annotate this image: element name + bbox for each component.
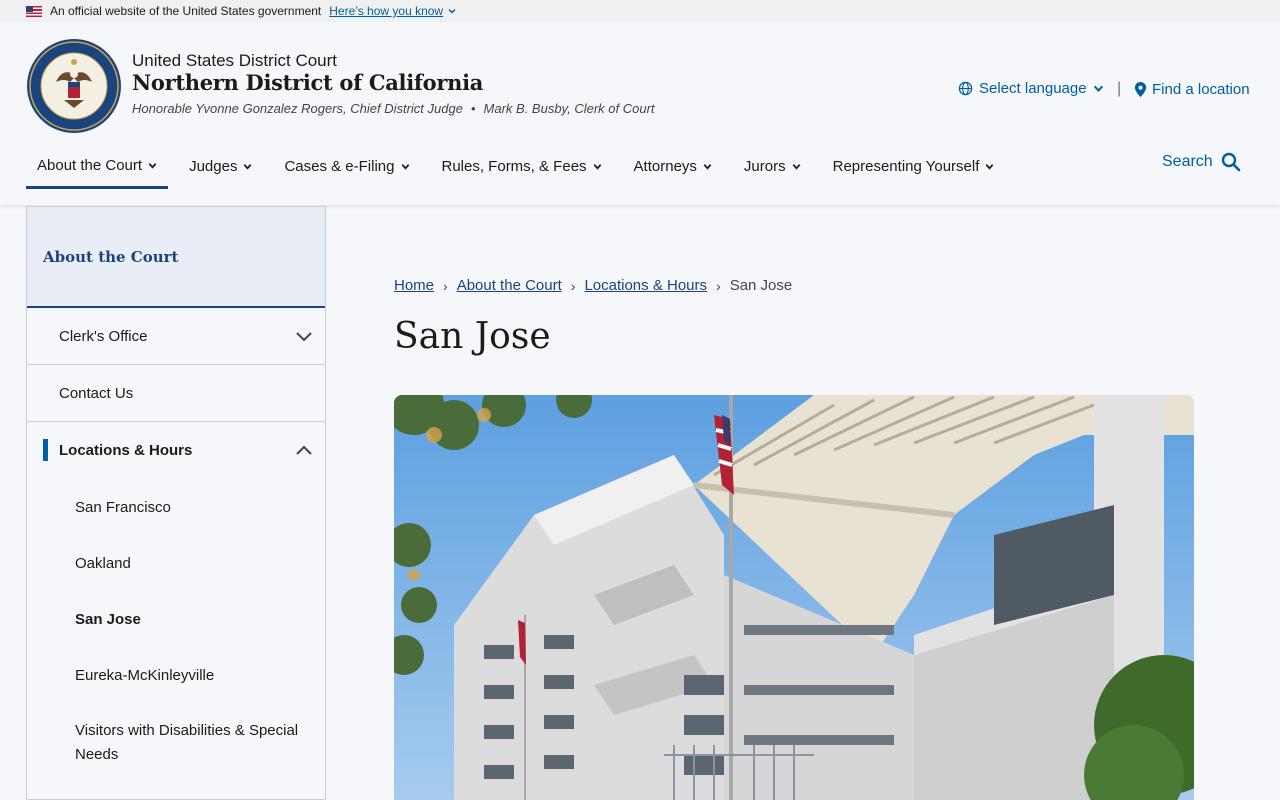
nav-label: Representing Yourself	[832, 157, 980, 175]
chevron-up-icon[interactable]	[295, 445, 313, 457]
nav-label: Jurors	[743, 157, 786, 175]
chevron-down-icon	[593, 163, 601, 170]
court-type: United States District Court	[132, 51, 338, 70]
search-label: Search	[1162, 153, 1213, 170]
breadcrumb-separator: ›	[716, 277, 721, 294]
sidebar-heading-link[interactable]: About the Court	[27, 206, 325, 308]
chief-judge: Honorable Yvonne Gonzalez Rogers, Chief …	[132, 101, 463, 116]
nav-label: Judges	[189, 157, 238, 175]
breadcrumb-separator: ›	[570, 277, 576, 294]
gov-banner-text: An official website of the United States…	[50, 4, 322, 18]
chevron-down-icon	[401, 163, 409, 170]
chevron-down-icon	[986, 163, 994, 170]
main-nav: About the Court Judges Cases & e-Filing …	[26, 144, 1015, 190]
page-title: San Jose	[394, 316, 551, 357]
sidebar-subitem-eureka-mckinleyville[interactable]: Eureka-McKinleyville	[27, 647, 325, 703]
chevron-down-icon	[148, 162, 157, 169]
clerk-of-court: Mark B. Busby, Clerk of Court	[483, 101, 655, 116]
breadcrumb-locations-hours[interactable]: Locations & Hours	[584, 277, 707, 294]
map-pin-icon	[1134, 82, 1147, 97]
side-navigation: About the Court Clerk's Office Contact U…	[26, 206, 326, 800]
heres-how-you-know-label: Here’s how you know	[329, 4, 444, 18]
court-seal-logo[interactable]	[26, 38, 122, 134]
sidebar-subitem-san-francisco[interactable]: San Francisco	[27, 479, 325, 535]
language-selector[interactable]: Select language	[958, 80, 1104, 97]
breadcrumb: Home › About the Court › Locations & Hou…	[394, 277, 792, 294]
chevron-down-icon	[703, 163, 712, 170]
sidebar-subitem-san-jose[interactable]: San Jose	[27, 591, 325, 647]
language-label: Select language	[979, 80, 1087, 97]
nav-judges[interactable]: Judges	[178, 144, 263, 188]
chevron-down-icon	[792, 163, 800, 170]
sidebar-item-label: Locations & Hours	[59, 442, 193, 459]
nav-label: Cases & e-Filing	[284, 157, 395, 175]
globe-icon	[958, 81, 973, 96]
gov-banner: An official website of the United States…	[0, 0, 1280, 22]
site-header: United States District Court Northern Di…	[0, 22, 1280, 205]
sidebar-subitem-visitors-with-disabilities[interactable]: Visitors with Disabilities & Special Nee…	[27, 703, 325, 783]
search-icon	[1221, 152, 1241, 172]
sidebar-item-label: Clerk's Office	[59, 327, 148, 345]
breadcrumb-separator: ›	[443, 277, 448, 294]
sidebar-item-contact-us[interactable]: Contact Us	[27, 365, 325, 422]
court-name-link[interactable]: Northern District of California	[132, 70, 483, 95]
heres-how-you-know-link[interactable]: Here’s how you know	[329, 4, 457, 18]
nav-cases-e-filing[interactable]: Cases & e-Filing	[273, 144, 420, 188]
search-button[interactable]: Search	[1162, 152, 1241, 172]
nav-representing-yourself[interactable]: Representing Yourself	[822, 144, 1006, 188]
courthouse-photo	[394, 395, 1194, 800]
sidebar-subitem-oakland[interactable]: Oakland	[27, 535, 325, 591]
us-flag-icon	[26, 5, 42, 17]
find-location-link[interactable]: Find a location	[1134, 81, 1250, 98]
separator-dot: •	[470, 101, 476, 116]
header-divider: |	[1117, 80, 1122, 97]
court-officials: Honorable Yvonne Gonzalez Rogers, Chief …	[132, 101, 655, 116]
chevron-down-icon	[1093, 85, 1103, 92]
sidebar-item-clerks-office[interactable]: Clerk's Office	[27, 308, 325, 365]
nav-label: About the Court	[37, 156, 143, 174]
nav-about-the-court[interactable]: About the Court	[26, 144, 169, 189]
nav-attorneys[interactable]: Attorneys	[623, 144, 723, 188]
breadcrumb-home[interactable]: Home	[394, 277, 434, 294]
sidebar-item-locations-hours[interactable]: Locations & Hours	[27, 422, 325, 479]
nav-label: Rules, Forms, & Fees	[441, 157, 587, 175]
nav-jurors[interactable]: Jurors	[733, 144, 812, 188]
chevron-down-icon	[448, 8, 456, 14]
breadcrumb-about-the-court[interactable]: About the Court	[457, 277, 562, 294]
breadcrumb-current: San Jose	[729, 277, 793, 294]
find-location-label: Find a location	[1152, 81, 1250, 98]
chevron-down-icon	[244, 163, 252, 170]
chevron-down-icon[interactable]	[295, 330, 313, 342]
nav-rules-forms-fees[interactable]: Rules, Forms, & Fees	[431, 144, 613, 188]
nav-label: Attorneys	[633, 157, 697, 175]
sidebar-item-label: Contact Us	[59, 384, 134, 402]
